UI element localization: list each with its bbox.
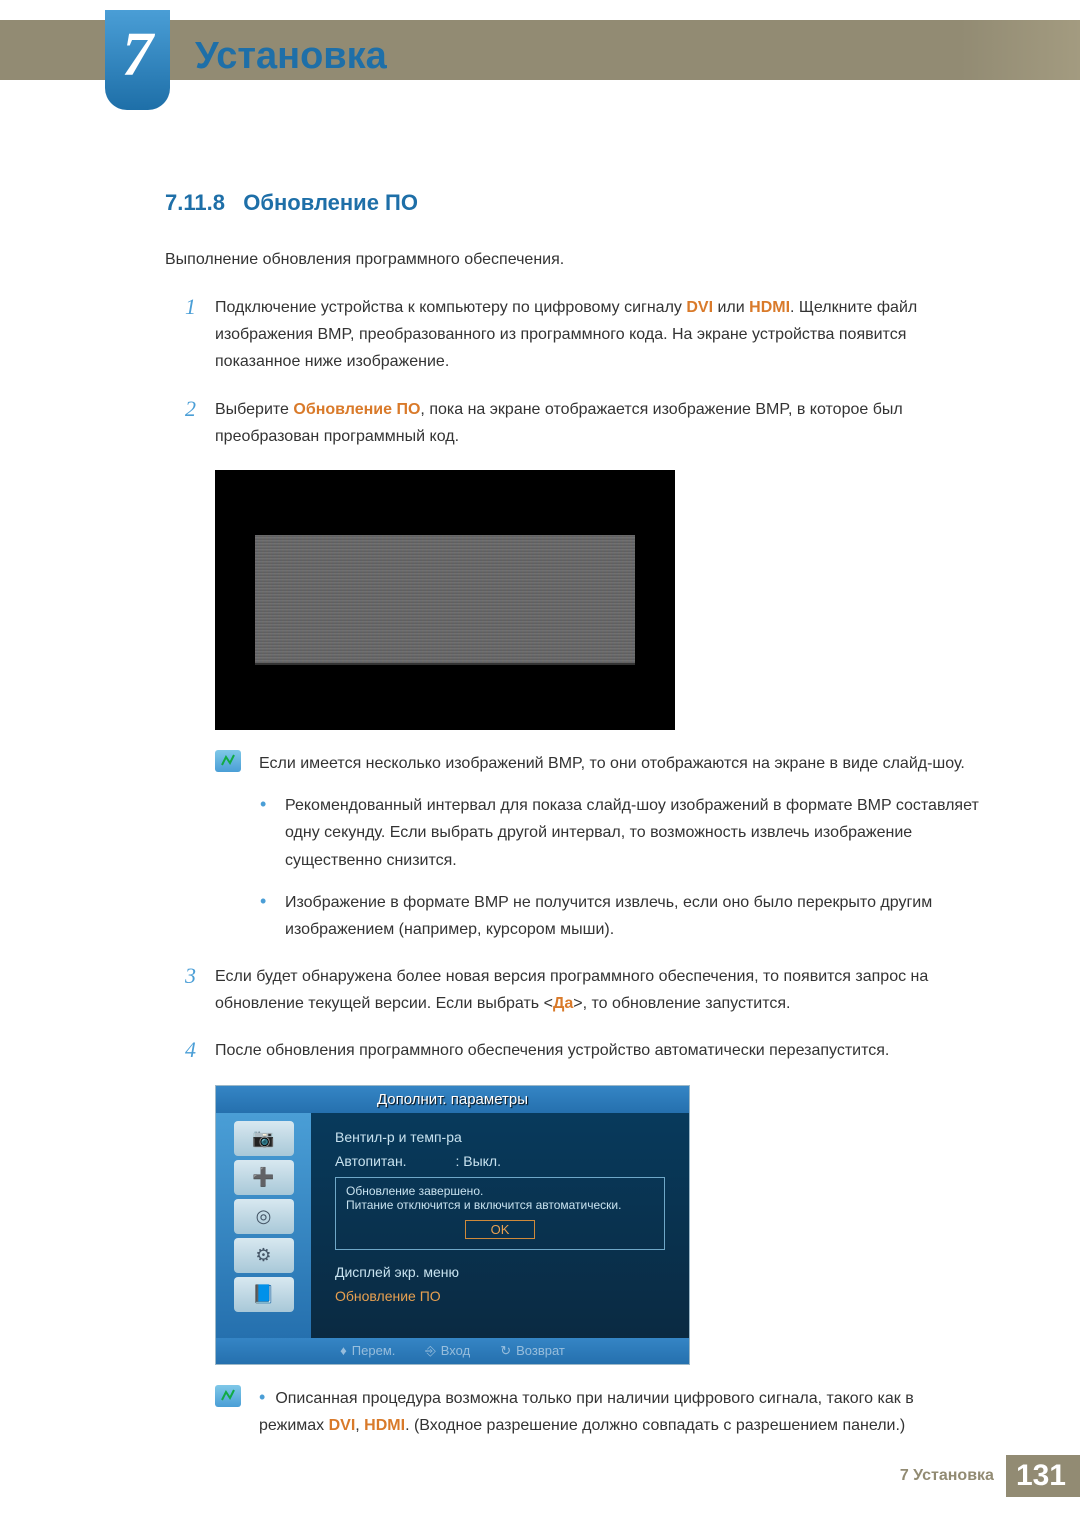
osd-value: : Выкл. (455, 1153, 501, 1169)
osd-content: Вентил-р и темп-ра Автопитан. : Выкл. Об… (311, 1113, 689, 1338)
bullet-list: • Рекомендованный интервал для показа сл… (260, 792, 980, 943)
text-fragment: Подключение устройства к компьютеру по ц… (215, 299, 686, 316)
bullet-dot-icon: • (260, 889, 285, 943)
osd-nav-move: ♦ Перем. (340, 1343, 395, 1359)
step-text: Подключение устройства к компьютеру по ц… (215, 294, 980, 376)
step-number: 2 (185, 396, 215, 450)
bullet-text: Изображение в формате BMP не получится и… (285, 889, 980, 943)
section-heading: 7.11.8 Обновление ПО (165, 190, 980, 216)
osd-dialog-line2: Питание отключится и включится автоматич… (346, 1198, 654, 1212)
osd-tab-icon: 📷 (234, 1121, 294, 1156)
osd-label: Автопитан. (335, 1153, 407, 1169)
osd-sidebar: 📷 ➕ ◎ ⚙ 📘 (216, 1113, 311, 1338)
step-number: 4 (185, 1037, 215, 1064)
step-1: 1 Подключение устройства к компьютеру по… (165, 294, 980, 376)
bullet-item: • Изображение в формате BMP не получится… (260, 889, 980, 943)
section-intro: Выполнение обновления программного обесп… (165, 251, 980, 269)
bullet-item: • Рекомендованный интервал для показа сл… (260, 792, 980, 874)
osd-nav-footer: ♦ Перем. ⎆ Вход ↻ Возврат (216, 1338, 689, 1364)
note-block: • Описанная процедура возможна только пр… (215, 1385, 980, 1439)
text-fragment: Выберите (215, 401, 293, 418)
nav-label: Возврат (516, 1343, 565, 1358)
bmp-screen-illustration (215, 470, 675, 730)
step-4: 4 После обновления программного обеспече… (165, 1037, 980, 1064)
osd-tab-icon: ◎ (234, 1199, 294, 1234)
step-number: 1 (185, 294, 215, 376)
step-text: После обновления программного обеспечени… (215, 1037, 980, 1064)
chapter-title: Установка (195, 35, 387, 78)
note-text: • Описанная процедура возможна только пр… (259, 1385, 980, 1439)
note-icon (215, 750, 241, 772)
osd-item-fan: Вентил-р и темп-ра (335, 1129, 665, 1145)
osd-item-display: Дисплей экр. меню (335, 1264, 665, 1280)
bullet-dot-icon: • (260, 792, 285, 874)
text-fragment: или (713, 299, 749, 316)
text-fragment: >, то обновление запустится. (573, 995, 790, 1012)
highlight-hdmi: HDMI (749, 299, 790, 316)
section-title: Обновление ПО (243, 190, 418, 215)
osd-tab-icon: ➕ (234, 1160, 294, 1195)
page: 7 Установка 7.11.8 Обновление ПО Выполне… (0, 0, 1080, 1527)
osd-item-swupdate: Обновление ПО (335, 1288, 665, 1304)
static-noise-graphic (255, 535, 635, 665)
chapter-tab: 7 (105, 10, 170, 110)
footer-page-number: 131 (1006, 1455, 1080, 1497)
step-number: 3 (185, 963, 215, 1017)
osd-ok-button: OK (465, 1220, 535, 1239)
content-area: 7.11.8 Обновление ПО Выполнение обновлен… (165, 190, 980, 1439)
step-2: 2 Выберите Обновление ПО, пока на экране… (165, 396, 980, 450)
note-block: Если имеется несколько изображений BMP, … (215, 750, 980, 777)
note-icon (215, 1385, 241, 1407)
highlight-yes: Да (553, 995, 573, 1012)
highlight-dvi: DVI (686, 299, 713, 316)
osd-nav-enter: ⎆ Вход (425, 1343, 470, 1359)
section-number: 7.11.8 (165, 190, 225, 215)
highlight-swupdate: Обновление ПО (293, 401, 420, 418)
osd-menu-illustration: Дополнит. параметры 📷 ➕ ◎ ⚙ 📘 Вентил-р и… (215, 1085, 690, 1365)
highlight-dvi: DVI (329, 1417, 356, 1434)
page-footer: 7 Установка 131 (900, 1455, 1080, 1497)
highlight-hdmi: HDMI (364, 1417, 405, 1434)
osd-dialog-line1: Обновление завершено. (346, 1184, 654, 1198)
chapter-number: 7 (105, 10, 170, 100)
nav-label: Перем. (352, 1343, 396, 1358)
osd-nav-return: ↻ Возврат (500, 1343, 565, 1359)
nav-label: Вход (441, 1343, 470, 1358)
footer-chapter-label: 7 Установка (900, 1467, 994, 1485)
text-fragment: . (Входное разрешение должно совпадать с… (405, 1417, 905, 1434)
osd-tab-icon: ⚙ (234, 1238, 294, 1273)
osd-tab-icon: 📘 (234, 1277, 294, 1312)
bullet-dot-icon: • (259, 1387, 275, 1407)
osd-body: 📷 ➕ ◎ ⚙ 📘 Вентил-р и темп-ра Автопитан. … (216, 1113, 689, 1338)
step-3: 3 Если будет обнаружена более новая верс… (165, 963, 980, 1017)
header-bar-end (960, 20, 1080, 80)
step-text: Выберите Обновление ПО, пока на экране о… (215, 396, 980, 450)
note-text: Если имеется несколько изображений BMP, … (259, 750, 980, 777)
osd-dialog-box: Обновление завершено. Питание отключится… (335, 1177, 665, 1250)
text-fragment: , (355, 1417, 364, 1434)
step-text: Если будет обнаружена более новая версия… (215, 963, 980, 1017)
osd-header: Дополнит. параметры (216, 1086, 689, 1113)
osd-item-auto: Автопитан. : Выкл. (335, 1153, 665, 1169)
bullet-text: Рекомендованный интервал для показа слай… (285, 792, 980, 874)
